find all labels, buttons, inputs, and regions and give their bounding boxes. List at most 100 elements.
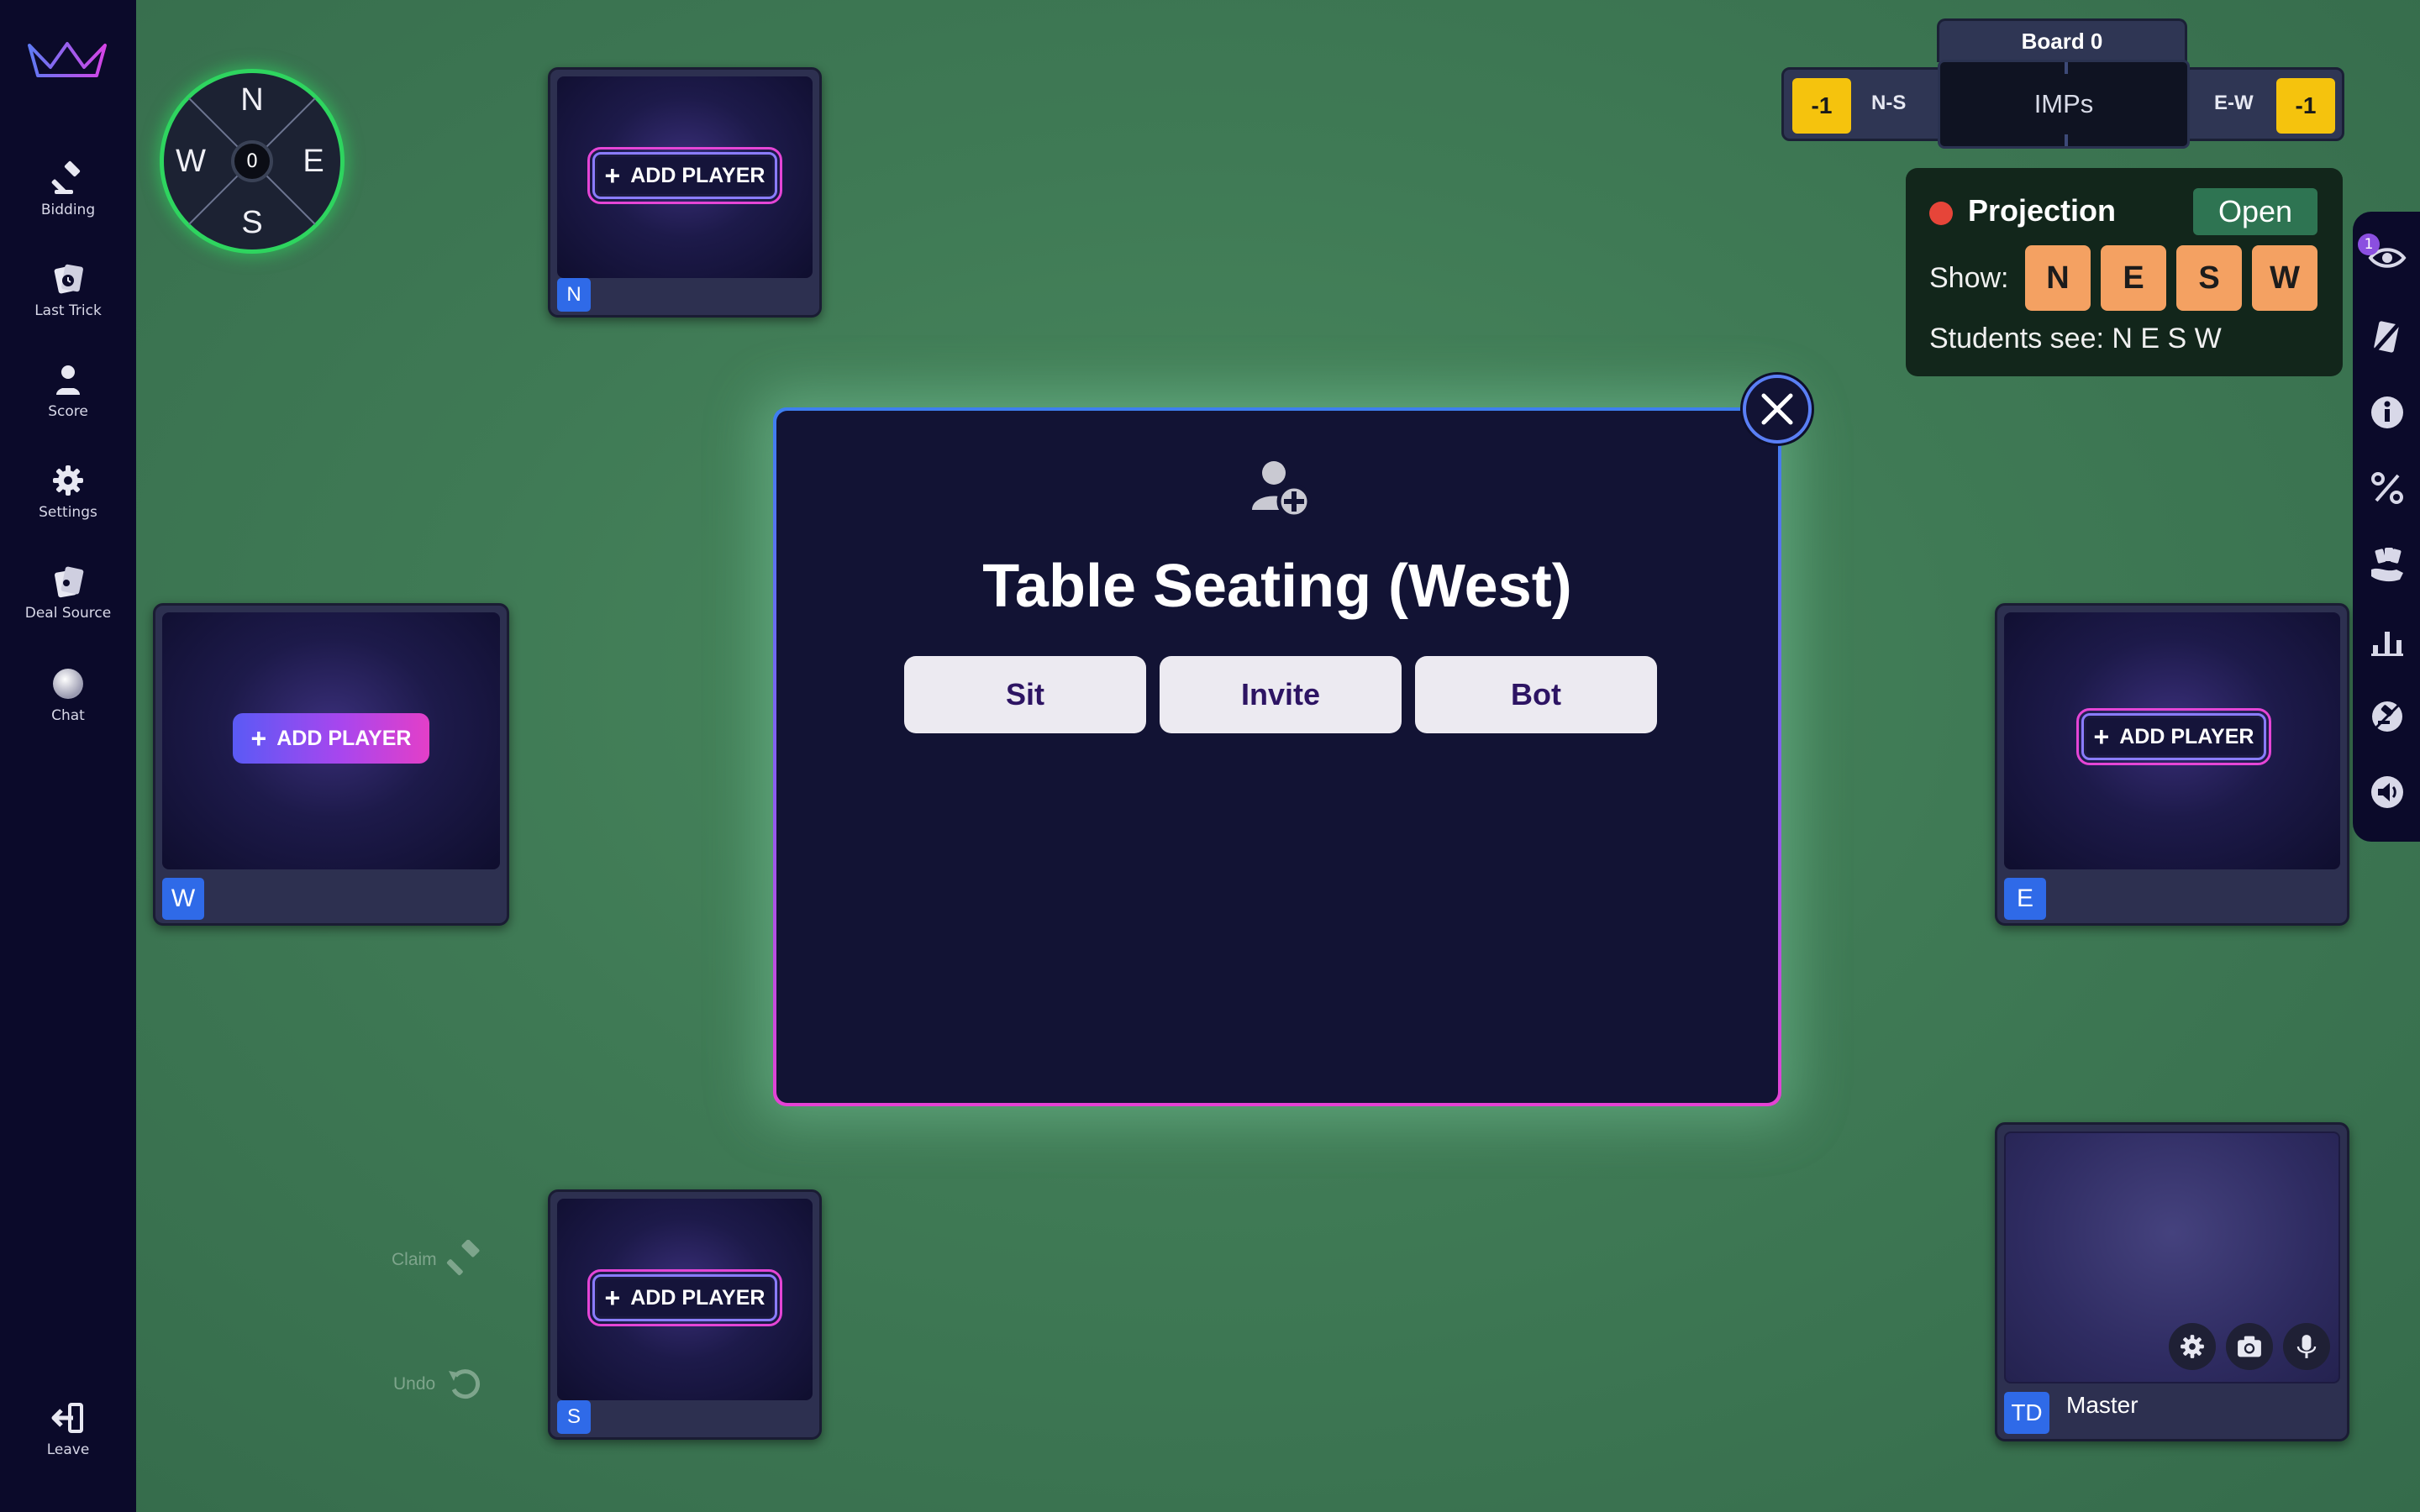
sidebar-item-label: Settings <box>39 504 97 521</box>
board-number: Board 0 <box>1937 18 2187 62</box>
right-toolbar: 1 <box>2353 212 2420 842</box>
no-bidding-icon[interactable] <box>2366 696 2408 738</box>
claim-button[interactable]: Claim <box>392 1240 486 1280</box>
sidebar-item-label: Score <box>48 403 88 420</box>
scoring-method: IMPs <box>1938 60 2190 149</box>
imps-tick-bottom <box>2065 134 2068 146</box>
undo-button[interactable]: Undo <box>393 1364 484 1404</box>
add-player-label: ADD PLAYER <box>276 726 412 750</box>
scoring-method-label: IMPs <box>2033 89 2094 118</box>
compass-west: W <box>176 144 206 179</box>
projection-toggle-s[interactable]: S <box>2176 245 2242 311</box>
ns-label: N-S <box>1871 92 1907 114</box>
master-badge: TD <box>2004 1392 2049 1434</box>
seat-badge-south: S <box>557 1400 591 1434</box>
sit-button[interactable]: Sit <box>904 656 1146 733</box>
ew-label: E-W <box>2214 92 2254 114</box>
last-trick-icon <box>54 264 83 294</box>
microphone-button[interactable] <box>2283 1323 2330 1370</box>
add-player-east-button[interactable]: + ADD PLAYER <box>2076 708 2271 765</box>
seat-badge-east: E <box>2004 878 2046 920</box>
sidebar-item-label: Chat <box>51 707 85 724</box>
projection-panel: Projection Open Show: N E S W Students s… <box>1906 168 2343 376</box>
plus-icon: + <box>250 723 267 753</box>
compass-east: E <box>302 144 324 179</box>
video-settings-button[interactable] <box>2169 1323 2216 1370</box>
add-player-label: ADD PLAYER <box>2119 724 2254 748</box>
seat-badge-north: N <box>557 278 591 312</box>
percent-icon[interactable] <box>2366 467 2408 509</box>
add-player-label: ADD PLAYER <box>630 163 765 187</box>
leave-label: Leave <box>46 1441 90 1458</box>
sidebar-item-deal-source[interactable]: Deal Source <box>0 563 136 638</box>
sidebar-item-label: Last Trick <box>34 302 102 319</box>
gavel-icon <box>51 160 81 194</box>
close-icon <box>1761 393 1793 425</box>
plus-icon: + <box>604 1283 621 1313</box>
sidebar-item-last-trick[interactable]: Last Trick <box>0 260 136 336</box>
cards-off-icon[interactable] <box>2366 316 2408 358</box>
modal-title: Table Seating (West) <box>982 553 1572 620</box>
projection-show-label: Show: <box>1929 262 2009 294</box>
add-user-icon <box>1252 461 1312 519</box>
camera-button[interactable] <box>2226 1323 2273 1370</box>
add-player-label: ADD PLAYER <box>630 1285 765 1310</box>
crown-logo-icon <box>28 42 107 77</box>
master-name: Master <box>2066 1392 2139 1418</box>
score-icon <box>56 365 80 395</box>
leave-button[interactable]: Leave <box>0 1399 136 1475</box>
bot-button[interactable]: Bot <box>1415 656 1657 733</box>
sidebar-item-label: Bidding <box>40 202 96 218</box>
seat-east: + ADD PLAYER E <box>1995 603 2349 926</box>
projection-title: Projection <box>1968 193 2117 228</box>
eye-count-badge: 1 <box>2358 234 2380 255</box>
seat-south: + ADD PLAYER S <box>548 1189 822 1440</box>
projection-open-button[interactable]: Open <box>2193 188 2317 235</box>
deal-source-icon <box>55 566 84 598</box>
camera-icon <box>2238 1336 2261 1357</box>
info-icon[interactable] <box>2366 391 2408 433</box>
seat-badge-west: W <box>162 878 204 920</box>
recording-dot-icon <box>1929 202 1953 225</box>
sidebar-item-label: Deal Source <box>24 605 112 622</box>
sidebar-item-chat[interactable]: Chat <box>0 665 136 741</box>
sound-icon[interactable] <box>2366 771 2408 813</box>
plus-icon: + <box>2093 722 2110 752</box>
undo-label: Undo <box>393 1374 436 1394</box>
projection-toggle-e[interactable]: E <box>2101 245 2166 311</box>
master-video-tile: TD Master <box>1995 1122 2349 1441</box>
left-sidebar: Bidding Last Trick Score Settings Deal S… <box>0 0 136 1512</box>
sidebar-item-score[interactable]: Score <box>0 361 136 437</box>
projection-toggle-w[interactable]: W <box>2252 245 2317 311</box>
compass-north: N <box>240 82 264 118</box>
imps-tick-top <box>2065 62 2068 74</box>
undo-icon <box>449 1369 481 1399</box>
sidebar-item-settings[interactable]: Settings <box>0 462 136 538</box>
sidebar-item-bidding[interactable]: Bidding <box>0 160 136 235</box>
students-see-text: Students see: N E S W <box>1929 323 2222 354</box>
seat-west: + ADD PLAYER W <box>153 603 509 926</box>
modal-close-button[interactable] <box>1743 375 1812 444</box>
table-seating-modal: Table Seating (West) Sit Invite Bot <box>773 407 1781 1106</box>
leave-icon <box>51 1403 83 1433</box>
projection-toggle-n[interactable]: N <box>2025 245 2091 311</box>
seat-north: + ADD PLAYER N <box>548 67 822 318</box>
microphone-icon <box>2296 1335 2317 1358</box>
ew-score: -1 <box>2276 78 2335 134</box>
claim-label: Claim <box>392 1250 437 1269</box>
gavel-icon <box>446 1240 480 1276</box>
master-video <box>2004 1131 2340 1383</box>
plus-icon: + <box>604 160 621 191</box>
hand-cards-icon[interactable] <box>2366 544 2408 586</box>
compass-center-count: 0 <box>231 140 273 182</box>
chat-icon <box>53 669 83 699</box>
add-player-west-button[interactable]: + ADD PLAYER <box>233 713 429 764</box>
modal-body: Table Seating (West) Sit Invite Bot <box>776 411 1778 1103</box>
add-player-south-button[interactable]: + ADD PLAYER <box>587 1269 782 1326</box>
scoreboard: -1 N-S IMPs E-W -1 <box>1781 60 2344 149</box>
add-player-north-button[interactable]: + ADD PLAYER <box>587 147 782 204</box>
stats-icon[interactable] <box>2366 620 2408 662</box>
compass-south: S <box>241 205 263 240</box>
invite-button[interactable]: Invite <box>1160 656 1402 733</box>
ns-score: -1 <box>1792 78 1851 134</box>
